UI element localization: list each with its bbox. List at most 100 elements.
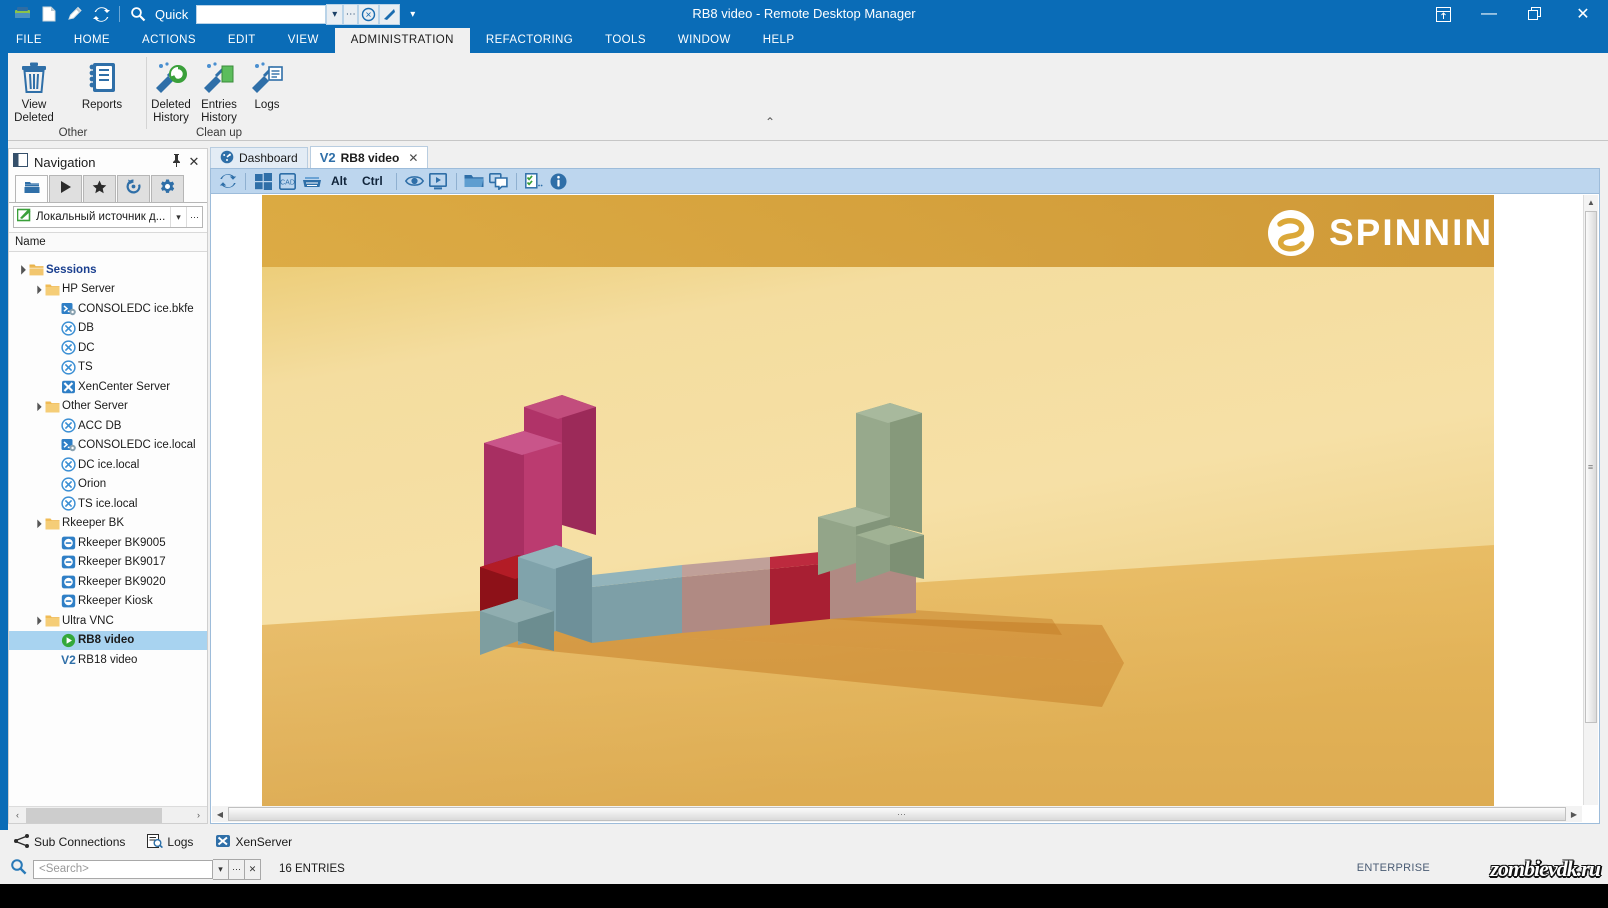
vscroll-up-arrow[interactable]: ▲	[1584, 195, 1598, 210]
ctrl-alt-del-button[interactable]: CAD	[277, 171, 298, 192]
hscroll-left-arrow[interactable]: ‹	[9, 807, 26, 823]
search-icon[interactable]	[125, 2, 151, 26]
sidebar-item-running[interactable]	[49, 175, 82, 202]
close-icon[interactable]: ✕	[185, 154, 203, 170]
viewport-vertical-scrollbar[interactable]: ▲ ≡	[1583, 195, 1598, 805]
ribbon-collapse-button[interactable]: ⌃	[765, 115, 775, 129]
tree-item[interactable]: ACC DB	[9, 416, 207, 436]
reports-button[interactable]: Reports	[68, 58, 136, 125]
tree-item[interactable]: ◢ Ultra VNC	[9, 611, 207, 631]
navigation-horizontal-scrollbar[interactable]: ‹ ›	[9, 806, 207, 823]
remote-session-viewport[interactable]: SPINNIN’ TV ▲ ≡ ◀ ⋯ ▶	[210, 194, 1600, 824]
quick-edit-icon[interactable]	[379, 3, 401, 25]
ribbon-tab-help[interactable]: HELP	[747, 28, 811, 53]
ribbon-tab-refactoring[interactable]: REFACTORING	[470, 28, 589, 53]
quick-search-input[interactable]	[196, 4, 327, 24]
folder-open-icon[interactable]	[464, 171, 485, 192]
ribbon-tab-administration[interactable]: ADMINISTRATION	[334, 28, 470, 53]
data-source-selector[interactable]: Локальный источник д... ▾ ⋯	[13, 206, 203, 228]
restore-button[interactable]	[1512, 0, 1558, 28]
monitor-play-icon[interactable]	[428, 171, 449, 192]
tree-item[interactable]: ◢ Other Server	[9, 397, 207, 417]
tree-item[interactable]: TS	[9, 358, 207, 378]
checklist-icon[interactable]	[524, 171, 545, 192]
ribbon-tab-window[interactable]: WINDOW	[662, 28, 747, 53]
layout-icon[interactable]	[1420, 0, 1466, 28]
hscroll-left-arrow[interactable]: ◀	[212, 810, 228, 819]
tree-item[interactable]: V2 RB18 video	[9, 650, 207, 670]
search-clear-button[interactable]: ✕	[245, 858, 261, 880]
expander-icon[interactable]: ◢	[26, 512, 48, 534]
quick-dropdown-button[interactable]: ▾	[326, 3, 344, 25]
tab-close-icon[interactable]: ✕	[408, 151, 418, 165]
pin-icon[interactable]	[167, 154, 185, 170]
refresh-icon[interactable]	[88, 2, 114, 26]
qat-overflow-icon[interactable]: ▾	[410, 9, 415, 20]
expander-icon[interactable]: ◢	[26, 278, 48, 300]
tree-item[interactable]: Rkeeper Kiosk	[9, 592, 207, 612]
viewport-horizontal-scrollbar[interactable]: ◀ ⋯ ▶	[212, 806, 1582, 822]
expander-icon[interactable]: ◢	[26, 395, 48, 417]
quick-filter-icon[interactable]: ✕	[358, 3, 380, 25]
hscroll-thumb[interactable]	[26, 807, 163, 823]
vscroll-grip[interactable]: ≡	[1586, 463, 1595, 472]
tab-rb8-video[interactable]: V2 RB8 video ✕	[309, 146, 429, 168]
app-menu-icon[interactable]	[10, 2, 36, 26]
hscroll-track[interactable]: ⋯	[228, 807, 1566, 821]
search-more-button[interactable]: ⋯	[229, 858, 245, 880]
tree-item[interactable]: CONSOLEDC ice.local	[9, 436, 207, 456]
search-input[interactable]: <Search>	[33, 859, 213, 879]
expander-icon[interactable]: ◢	[26, 610, 48, 632]
tab-dashboard[interactable]: Dashboard	[210, 147, 308, 168]
new-entry-icon[interactable]	[36, 2, 62, 26]
tree-item[interactable]: DC ice.local	[9, 455, 207, 475]
tree-item[interactable]: Rkeeper BK9017	[9, 553, 207, 573]
tree-item[interactable]: Rkeeper BK9020	[9, 572, 207, 592]
sidebar-item-settings[interactable]	[151, 175, 184, 202]
minimize-button[interactable]: —	[1466, 0, 1512, 28]
refresh-button[interactable]	[217, 171, 238, 192]
ribbon-tab-edit[interactable]: EDIT	[212, 28, 272, 53]
tree-item[interactable]: DC	[9, 338, 207, 358]
xenserver-button[interactable]: XenServer	[215, 834, 292, 851]
search-icon[interactable]	[10, 858, 27, 880]
deleted-history-button[interactable]: Deleted History	[147, 58, 195, 125]
sub-connections-button[interactable]: Sub Connections	[14, 833, 125, 851]
keyboard-icon[interactable]	[301, 171, 322, 192]
eye-icon[interactable]	[404, 171, 425, 192]
logs-button[interactable]: Logs	[147, 833, 193, 851]
tree-item[interactable]: ◢ HP Server	[9, 280, 207, 300]
session-tree[interactable]: ◢ Sessions ◢ HP Server CONSOLEDC ice.bkfe DB D…	[9, 260, 207, 799]
quick-more-button[interactable]: ⋯	[343, 3, 359, 25]
tree-item[interactable]: DB	[9, 319, 207, 339]
tree-item[interactable]: RB8 video	[9, 630, 207, 650]
chat-icon[interactable]	[488, 171, 509, 192]
edit-icon[interactable]	[62, 2, 88, 26]
logs-button[interactable]: Logs	[243, 58, 291, 125]
tree-item[interactable]: ◢ Rkeeper BK	[9, 514, 207, 534]
ctrl-key-button[interactable]: Ctrl	[356, 174, 389, 188]
ribbon-tab-actions[interactable]: ACTIONS	[126, 28, 212, 53]
tree-item[interactable]: Rkeeper BK9005	[9, 533, 207, 553]
info-icon[interactable]	[548, 171, 569, 192]
tree-item[interactable]: XenCenter Server	[9, 377, 207, 397]
ribbon-tab-tools[interactable]: TOOLS	[589, 28, 662, 53]
hscroll-right-arrow[interactable]: ›	[190, 807, 207, 823]
alt-key-button[interactable]: Alt	[325, 174, 353, 188]
sidebar-item-sessions[interactable]	[15, 175, 48, 202]
remote-desktop-screen[interactable]: SPINNIN’ TV	[262, 195, 1494, 808]
tree-item[interactable]: Orion	[9, 475, 207, 495]
data-source-dropdown[interactable]: ▾	[170, 207, 186, 227]
windows-key-button[interactable]	[253, 171, 274, 192]
sidebar-item-recent[interactable]	[117, 175, 150, 202]
tree-item[interactable]: ◢ Sessions	[9, 260, 207, 280]
hscroll-track[interactable]	[26, 807, 190, 823]
ribbon-tab-home[interactable]: HOME	[58, 28, 126, 53]
close-button[interactable]: ✕	[1558, 0, 1608, 28]
entries-history-button[interactable]: Entries History	[195, 58, 243, 125]
view-deleted-button[interactable]: View Deleted	[0, 58, 68, 125]
tree-item[interactable]: CONSOLEDC ice.bkfe	[9, 299, 207, 319]
data-source-more[interactable]: ⋯	[186, 207, 202, 227]
sidebar-item-favorites[interactable]	[83, 175, 116, 202]
ribbon-tab-file[interactable]: FILE	[0, 28, 58, 53]
